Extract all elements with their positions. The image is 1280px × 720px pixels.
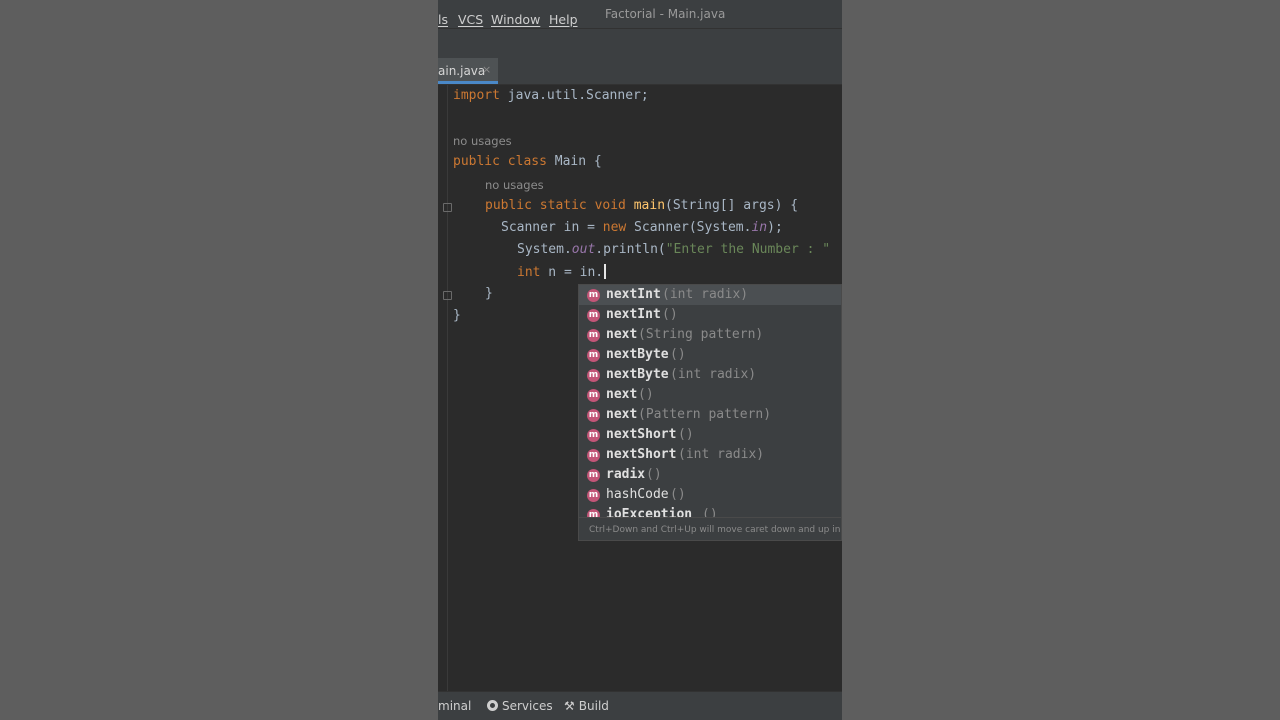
code-line-close-class: } [453,308,461,323]
completion-item[interactable]: m nextInt () [579,305,841,325]
completion-item[interactable]: m nextShort () [579,425,841,445]
completion-item[interactable]: m radix () [579,465,841,485]
completion-item[interactable]: m hashCode () [579,485,841,505]
method-icon: m [587,429,600,442]
gutter [447,85,448,691]
services-tool-button[interactable]: Services [487,699,553,713]
tool-window-bar: minal Services ⚒ Build [438,691,842,720]
method-icon: m [587,369,600,382]
usage-hint: no usages [453,134,512,148]
close-icon[interactable]: × [482,63,491,76]
window-title: Factorial - Main.java [605,7,726,21]
code-completion-popup: m nextInt (int radix) m nextInt () m nex… [578,284,842,541]
tab-label: ain.java [438,64,486,78]
text-caret [604,264,607,279]
method-icon: m [587,349,600,362]
code-line-current: int n = in. [517,264,607,280]
build-tool-button[interactable]: ⚒ Build [564,699,609,713]
method-icon: m [587,509,600,517]
method-icon: m [587,389,600,402]
fold-icon[interactable] [443,203,452,212]
editor-tab-bar: ain.java × [438,58,842,85]
completion-item[interactable]: m nextByte () [579,345,841,365]
code-line-main: public static void main(String[] args) { [485,198,799,213]
terminal-tool-button[interactable]: minal [438,699,471,713]
completion-item[interactable]: m ioException () [579,505,841,517]
code-line-class: public class Main { [453,154,602,169]
completion-hint-footer: Ctrl+Down and Ctrl+Up will move caret do… [579,517,841,540]
completion-item[interactable]: m nextShort (int radix) [579,445,841,465]
code-line-scanner: Scanner in = new Scanner(System.in); [501,220,783,235]
completion-list[interactable]: m nextInt (int radix) m nextInt () m nex… [579,285,841,517]
completion-item[interactable]: m nextInt (int radix) [579,285,841,305]
usage-hint: no usages [485,178,544,192]
fold-icon[interactable] [443,291,452,300]
code-line-println: System.out.println("Enter the Number : " [517,242,831,257]
method-icon: m [587,449,600,462]
tab-main-java[interactable]: ain.java × [438,58,498,84]
completion-item[interactable]: m next () [579,385,841,405]
code-line-close-method: } [485,286,493,301]
menu-bar: ls VCS Window Help Factorial - Main.java [438,0,842,28]
hammer-icon: ⚒ [564,699,575,713]
method-icon: m [587,489,600,502]
services-icon [487,700,498,711]
completion-item[interactable]: m nextByte (int radix) [579,365,841,385]
method-icon: m [587,409,600,422]
completion-item[interactable]: m next (Pattern pattern) [579,405,841,425]
code-line-import: import java.util.Scanner; [453,88,649,103]
toolbar [438,28,842,58]
method-icon: m [587,289,600,302]
method-icon: m [587,309,600,322]
method-icon: m [587,329,600,342]
completion-item[interactable]: m next (String pattern) [579,325,841,345]
method-icon: m [587,469,600,482]
